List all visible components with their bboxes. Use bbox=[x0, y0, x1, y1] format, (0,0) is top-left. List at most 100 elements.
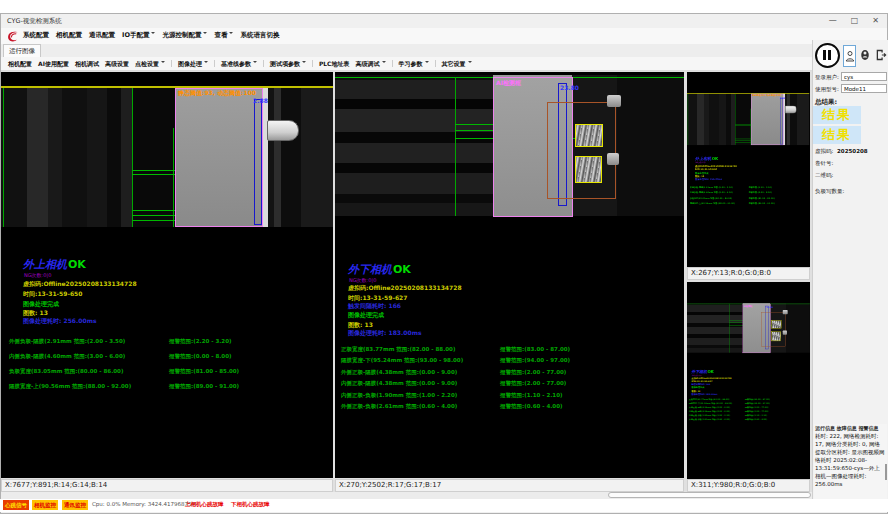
menu-item-view[interactable]: 查看 bbox=[214, 30, 233, 40]
model-input[interactable]: Mode11 bbox=[841, 84, 887, 93]
camera-title: 外上相机OK bbox=[23, 257, 86, 272]
toolbar-item-advanced-settings[interactable]: 高级设置 bbox=[105, 59, 129, 69]
minimize-button[interactable]: — bbox=[829, 16, 837, 25]
edge-line bbox=[455, 77, 456, 216]
log-text: 耗时: 222, 网络检测耗时: 17, 网络分类耗时: 0, 网络提取分区耗时… bbox=[815, 433, 885, 489]
menu-item-camera-config[interactable]: 相机配置 bbox=[56, 30, 82, 40]
done-line: 图像处理完成 bbox=[348, 311, 384, 320]
measurement-row: 外侧负极-隔膜(2.91mm 范围:(2.00 - 3.50) 报警范围:(2.… bbox=[1, 338, 333, 346]
measurement-name: 内侧负极-隔膜(4.60mm 范围:(3.00 - 6.00) bbox=[9, 353, 125, 360]
toolbar-item-spot-check[interactable]: 点检设置 bbox=[135, 59, 165, 69]
toolbar-item-baseline-params[interactable]: 基准线参数 bbox=[221, 59, 257, 69]
horizontal-scrollbar[interactable] bbox=[1, 492, 812, 499]
menu-item-light-control-config[interactable]: 光源控制配置 bbox=[162, 30, 207, 40]
user-label: 登录用户: bbox=[815, 74, 839, 81]
camera-canvas-lower[interactable]: AI检测框 23.80 外下相机OK NG次数:0|0 虚拟码:Offline2… bbox=[335, 72, 684, 478]
admin-user-button[interactable] bbox=[859, 45, 872, 67]
login-user-button[interactable] bbox=[843, 45, 856, 67]
log-tabs: 运行信息 故障信息 报警信息 bbox=[815, 425, 879, 431]
measurement-name: 外侧正极-负极(2.61mm 范围:(0.60 - 4.00) bbox=[689, 419, 730, 421]
menu-item-system-config[interactable]: 系统配置 bbox=[23, 30, 49, 40]
measurement-row: 外侧正极-隔膜(4.38mm 范围:(0.00 - 9.00) 报警范围:(2.… bbox=[335, 369, 684, 377]
user-input[interactable]: cys bbox=[841, 72, 887, 81]
menu-item-comm-config[interactable]: 通讯配置 bbox=[89, 30, 115, 40]
measurement-row: 内侧正极-隔膜(4.38mm 范围:(0.00 - 9.00) 报警范围:(2.… bbox=[335, 380, 684, 388]
elapsed-line: 图像处理耗时: 183.00ms bbox=[692, 392, 718, 395]
detection-roi-box: 静态阈值:93, 动态阈值:100 bbox=[751, 94, 783, 145]
threshold-label: 静态阈值:93, 动态阈值:100 bbox=[752, 94, 781, 97]
tab-run-image[interactable]: 运行图像 bbox=[3, 44, 41, 57]
pause-button[interactable] bbox=[815, 43, 840, 68]
ai-detect-box bbox=[771, 320, 781, 328]
camera-image: AI检测框 23.80 bbox=[687, 303, 810, 353]
upper-camera-fault: 上相机心跳故障 bbox=[185, 501, 224, 508]
measurement-alarm: 报警范围:(0.00 - 8.00) bbox=[169, 353, 231, 360]
measurement-name: 内侧负极-隔膜(4.60mm 范围:(3.00 - 6.00) bbox=[690, 191, 733, 194]
camera-title: 外下相机OK bbox=[348, 262, 411, 277]
maximize-button[interactable]: □ bbox=[851, 16, 859, 25]
measurement-alarm: 报警范围:(0.00 - 8.00) bbox=[749, 191, 772, 194]
measurement-alarm: 报警范围:(83.00 - 87.00) bbox=[500, 346, 570, 353]
measurement-name: 正极宽度(83.77mm 范围:(82.00 - 88.00) bbox=[689, 398, 729, 400]
barcode-label: 虚拟码: bbox=[815, 148, 833, 155]
menu-item-language-switch[interactable]: 系统语言切换 bbox=[240, 30, 279, 40]
toolbar-item-camera-debug[interactable]: 相机调试 bbox=[75, 59, 99, 69]
model-label: 使用型号: bbox=[815, 86, 839, 93]
measurement-row: 隔膜宽度-下(95.24mm 范围:(93.00 - 98.00) 报警范围:(… bbox=[335, 357, 684, 365]
clamp-object bbox=[783, 331, 787, 335]
measurement-name: 隔膜宽度-下(95.24mm 范围:(93.00 - 98.00) bbox=[341, 357, 463, 364]
count-label: 负极写数量: bbox=[815, 188, 844, 195]
toolbar-item-plc-address[interactable]: PLC地址表 bbox=[319, 59, 350, 69]
ai-detect-box bbox=[771, 332, 781, 342]
measurement-alarm: 报警范围:(89.00 - 91.00) bbox=[169, 383, 239, 390]
toolbar-item-camera-config[interactable]: 相机配置 bbox=[8, 59, 32, 69]
measurement-alarm: 报警范围:(94.00 - 97.00) bbox=[745, 402, 770, 404]
ai-roi-label: AI检测框 bbox=[496, 79, 521, 88]
measurement-row: 内侧负极-隔膜(4.60mm 范围:(3.00 - 6.00) 报警范围:(0.… bbox=[687, 191, 809, 194]
measurement-alarm: 报警范围:(89.00 - 91.00) bbox=[749, 202, 775, 205]
barcode-value: 20250208 bbox=[837, 148, 868, 154]
edge-line bbox=[455, 130, 493, 131]
camera-monitor-badge: 相机监控 bbox=[32, 500, 58, 510]
gauge-value-label: 2.88 bbox=[780, 97, 785, 100]
thumbnail-canvas-lower[interactable]: AI检测框 23.80 外下相机OK NG次数:0|0 虚拟码:Offline2… bbox=[687, 282, 810, 479]
elapsed-line: 图像处理耗时: 183.00ms bbox=[348, 329, 421, 338]
toolbar-item-advanced-debug[interactable]: 高级调试 bbox=[356, 59, 386, 69]
close-button[interactable]: ✕ bbox=[872, 16, 879, 25]
measurement-name: 隔膜宽度-上(90.56mm 范围:(88.00 - 92.00) bbox=[690, 202, 735, 205]
measurement-alarm: 报警范围:(2.00 - 77.00) bbox=[500, 380, 566, 387]
toolbar-item-ai-config[interactable]: AI使用配置 bbox=[38, 59, 69, 69]
clamp-object bbox=[783, 310, 788, 314]
barcode-line: 虚拟码:Offline20250208133134728 bbox=[23, 280, 137, 289]
measurement-name: 内侧正极-负极(1.90mm 范围:(1.00 - 2.20) bbox=[341, 392, 457, 399]
baseline-line bbox=[1, 86, 333, 88]
toolbar-item-learning-params[interactable]: 学习参数 bbox=[399, 59, 429, 69]
detection-roi-box: 静态阈值:93, 动态阈值:100 bbox=[175, 88, 263, 227]
measurement-name: 负极宽度(83.05mm 范围:(80.00 - 86.00) bbox=[9, 368, 123, 375]
measurement-name: 外侧正极-负极(2.61mm 范围:(0.60 - 4.00) bbox=[341, 403, 457, 410]
log-panel[interactable]: 运行信息 故障信息 报警信息 耗时: 222, 网络检测耗时: 17, 网络分类… bbox=[814, 424, 887, 500]
exit-button[interactable] bbox=[874, 45, 888, 67]
toolbar-item-test-params[interactable]: 测试项参数 bbox=[270, 59, 306, 69]
scrollbar-thumb[interactable] bbox=[608, 492, 811, 498]
toolbar-item-other-settings[interactable]: 其它设置 bbox=[442, 59, 472, 69]
thumbnail-canvas-upper[interactable]: 静态阈值:93, 动态阈值:100 2.88 外上相机OK NG次数:0|0 虚… bbox=[687, 72, 810, 267]
pin-label: 卷针号: bbox=[815, 160, 833, 167]
sidebar: 登录用户: cys 使用型号: Mode11 总结果: 结果 结果 虚拟码: 2… bbox=[812, 40, 888, 505]
log-scrollbar[interactable] bbox=[885, 464, 887, 480]
qr-label: 二维码: bbox=[815, 172, 833, 179]
cpu-memory-text: Cpu: 0.0% Memory: 3424.41796875M bbox=[92, 501, 196, 507]
measurement-alarm: 报警范围:(2.00 - 77.00) bbox=[745, 410, 768, 412]
gauge-value-label: 23.80 bbox=[560, 84, 579, 91]
measurement-name: 负极宽度(83.05mm 范围:(80.00 - 86.00) bbox=[690, 197, 732, 200]
menu-item-io-config[interactable]: IO手配置 bbox=[122, 30, 155, 40]
baseline-line bbox=[687, 93, 809, 94]
measure-gauge-box bbox=[254, 99, 262, 225]
exit-icon bbox=[875, 49, 887, 61]
camera-canvas-upper[interactable]: 静态阈值:93, 动态阈值:100 2.88 外上相机OK NG次数:0|0 虚… bbox=[1, 72, 333, 478]
pixel-status-bar: X:311;Y:980;R:0;G:0;B:0 bbox=[687, 479, 810, 492]
toolbar-item-image-processing[interactable]: 图像处理 bbox=[178, 59, 208, 69]
ai-detect-box bbox=[575, 156, 602, 183]
barcode-line: 虚拟码:Offline20250208133134728 bbox=[348, 284, 462, 293]
edge-line bbox=[455, 124, 493, 125]
